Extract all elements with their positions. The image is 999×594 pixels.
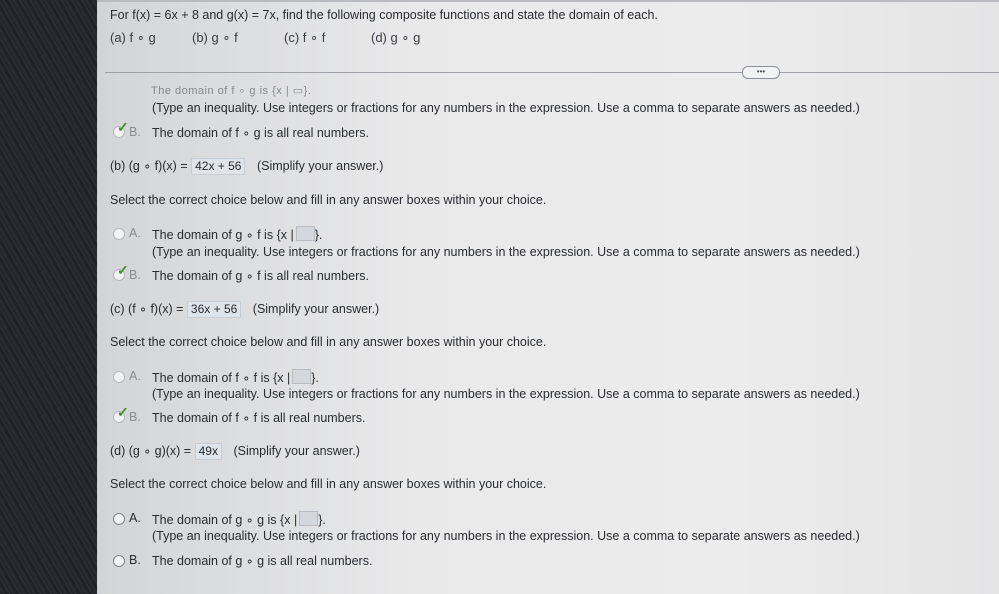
part-b-choice-a-open: {x |	[276, 228, 294, 242]
part-c-select-instruction: Select the correct choice below and fill…	[110, 335, 547, 349]
part-c-prompt: (c) (f ∘ f)(x) = 36x + 56 (Simplify your…	[110, 301, 379, 318]
part-d-domain-input[interactable]	[299, 511, 319, 526]
part-c-answer-field[interactable]: 36x + 56	[186, 301, 242, 318]
part-b-select-instruction: Select the correct choice below and fill…	[110, 193, 547, 207]
part-d-choice-a-text: The domain of g ∘ g is {x |}.	[152, 511, 326, 527]
part-b-choice-a-radio[interactable]	[113, 228, 125, 240]
part-d-choice-a-pre: The domain of g ∘ g is	[152, 513, 277, 527]
part-b-answer-field[interactable]: 42x + 56	[191, 158, 246, 175]
part-b-choice-a-letter: A.	[129, 226, 141, 240]
question-stem: For f(x) = 6x + 8 and g(x) = 7x, find th…	[110, 8, 658, 22]
part-c-choice-a-open: {x |	[273, 371, 291, 385]
part-c-choice-a-letter: A.	[129, 369, 141, 383]
part-c-hint: (Type an inequality. Use integers or fra…	[152, 387, 860, 401]
part-b-choice-a-pre: The domain of g ∘ f is	[152, 228, 274, 242]
section-divider	[105, 72, 999, 73]
part-b-prompt: (b) (g ∘ f)(x) = 42x + 56 (Simplify your…	[110, 158, 383, 175]
part-b-domain-input[interactable]	[295, 226, 315, 241]
part-d-answer-field[interactable]: 49x	[194, 443, 222, 460]
part-c-choice-a-text: The domain of f ∘ f is {x |}.	[152, 369, 319, 385]
part-c-choice-a-pre: The domain of f ∘ f is	[152, 371, 270, 385]
part-label-c: (c) f ∘ f	[284, 30, 326, 45]
part-d-prompt: (d) (g ∘ g)(x) = 49x (Simplify your answ…	[110, 443, 360, 460]
part-d-choice-a-open: {x |	[280, 513, 298, 527]
part-c-domain-input[interactable]	[292, 369, 312, 384]
part-b-prompt-prefix: (b) (g ∘ f)(x) =	[110, 159, 188, 173]
part-c-prompt-prefix: (c) (f ∘ f)(x) =	[110, 302, 184, 316]
part-label-a: (a) f ∘ g	[110, 30, 156, 45]
part-c-choice-a-radio[interactable]	[113, 371, 125, 383]
part-d-choice-b-letter: B.	[129, 553, 141, 567]
part-b-choice-b-text: The domain of g ∘ f is all real numbers.	[152, 269, 369, 283]
part-c-choice-b-letter: B.	[129, 410, 141, 424]
part-d-select-instruction: Select the correct choice below and fill…	[110, 477, 547, 491]
part-a-hint: (Type an inequality. Use integers or fra…	[152, 101, 860, 115]
part-d-choice-a-close: }.	[318, 513, 326, 527]
part-c-simplify-note: (Simplify your answer.)	[252, 302, 380, 316]
part-d-choice-a-letter: A.	[129, 511, 141, 525]
part-d-choice-b-radio[interactable]	[113, 555, 125, 567]
problem-screen: For f(x) = 6x + 8 and g(x) = 7x, find th…	[97, 2, 999, 594]
part-c-choice-a-close: }.	[311, 371, 319, 385]
part-b-choice-a-text: The domain of g ∘ f is {x |}.	[152, 226, 322, 242]
part-a-choice-b-text: The domain of f ∘ g is all real numbers.	[152, 126, 369, 140]
expand-more-button[interactable]: •••	[742, 66, 780, 79]
part-d-hint: (Type an inequality. Use integers or fra…	[152, 529, 860, 543]
part-c-choice-b-text: The domain of f ∘ f is all real numbers.	[152, 411, 366, 425]
part-d-choice-b-text: The domain of g ∘ g is all real numbers.	[152, 554, 373, 568]
part-d-choice-a-radio[interactable]	[113, 513, 125, 525]
monitor-bezel	[0, 0, 97, 594]
part-d-simplify-note: (Simplify your answer.)	[233, 444, 360, 458]
part-label-d: (d) g ∘ g	[371, 30, 421, 45]
part-label-b: (b) g ∘ f	[192, 30, 238, 45]
part-a-choice-a-cut: The domain of f ∘ g is {x | ▭}.	[151, 85, 312, 97]
part-b-choice-a-close: }.	[314, 228, 323, 242]
part-b-hint: (Type an inequality. Use integers or fra…	[152, 245, 860, 259]
part-d-prompt-prefix: (d) (g ∘ g)(x) =	[110, 444, 192, 458]
part-b-simplify-note: (Simplify your answer.)	[256, 159, 384, 173]
part-b-choice-b-letter: B.	[129, 268, 141, 282]
part-a-choice-b-letter: B.	[129, 125, 141, 139]
